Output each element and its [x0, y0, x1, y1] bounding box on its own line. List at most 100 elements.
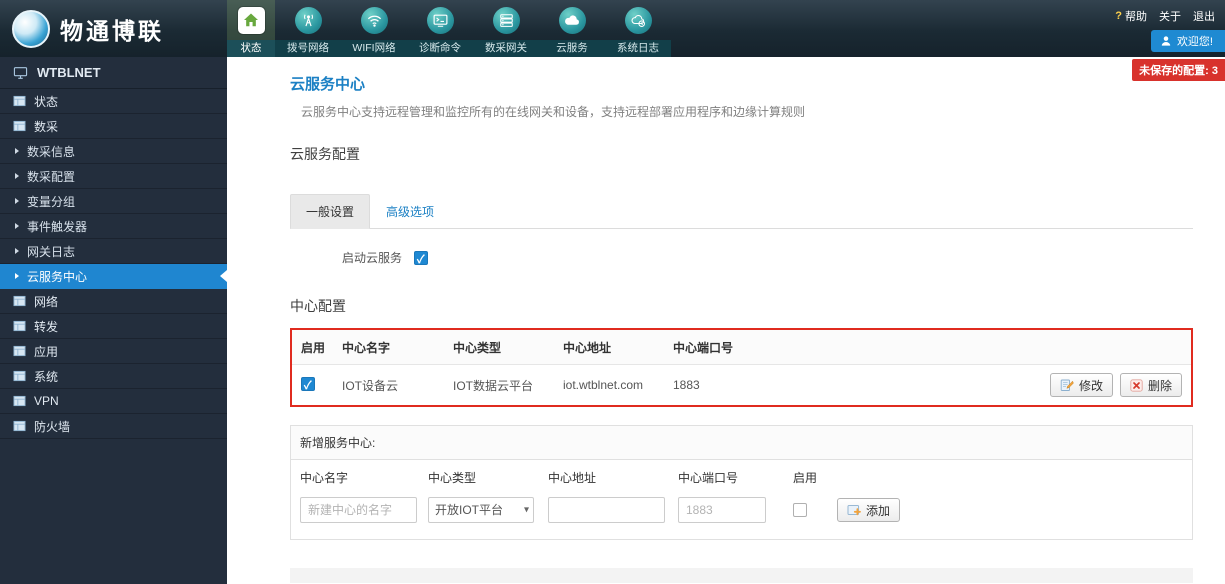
list-icon	[13, 320, 26, 332]
sidebar-item-gateway-log[interactable]: 网关日志	[0, 239, 227, 264]
center-config-heading: 中心配置	[290, 296, 1193, 316]
page-title: 云服务中心	[290, 73, 1193, 94]
sidebar-item-system[interactable]: 系统	[0, 364, 227, 389]
sidebar-item-label: 数采信息	[27, 143, 75, 160]
row-center-name: IOT设备云	[342, 377, 453, 394]
sidebar-item-variable-group[interactable]: 变量分组	[0, 189, 227, 214]
unsaved-config-badge[interactable]: 未保存的配置: 3	[1132, 59, 1225, 81]
sidebar-item-data-info[interactable]: 数采信息	[0, 139, 227, 164]
center-type-select-wrap: 开放IOT平台	[428, 497, 534, 523]
nav-label-wifi: WIFI网络	[341, 40, 407, 57]
add-center-form: 开放IOT平台 添加	[291, 491, 1192, 539]
sidebar-item-label: VPN	[34, 394, 59, 408]
row-center-port: 1883	[673, 378, 833, 392]
sidebar-item-vpn[interactable]: VPN	[0, 389, 227, 414]
add-center-section: 新增服务中心: 中心名字 中心类型 中心地址 中心端口号 启用 开放IOT平台	[290, 425, 1193, 540]
edit-button[interactable]: 修改	[1050, 373, 1113, 397]
center-port-input[interactable]	[678, 497, 766, 523]
enable-cloud-checkbox[interactable]	[414, 251, 428, 265]
table-row: IOT设备云 IOT数据云平台 iot.wtblnet.com 1883 修改	[292, 365, 1191, 405]
list-icon	[13, 120, 26, 132]
brand-area: 物通博联	[0, 0, 227, 57]
logo-icon	[12, 10, 50, 48]
delete-button[interactable]: 删除	[1120, 373, 1182, 397]
about-link[interactable]: 关于	[1159, 8, 1181, 24]
sidebar-item-forwarding[interactable]: 转发	[0, 314, 227, 339]
caret-icon	[15, 198, 19, 204]
center-config-table-highlighted: 启用 中心名字 中心类型 中心地址 中心端口号 IOT设备云 IOT数据云平台 …	[290, 328, 1193, 407]
nav-icon-wrap	[473, 0, 539, 40]
logout-link[interactable]: 退出	[1193, 8, 1215, 24]
nav-icon-wrap	[407, 0, 473, 40]
settings-tabs: 一般设置 高级选项	[290, 194, 1193, 229]
nav-label-gateway: 数采网关	[473, 40, 539, 57]
sidebar-item-label: 事件触发器	[27, 218, 87, 235]
monitor-icon	[13, 66, 28, 80]
header-links: ? 帮助 关于 退出	[1115, 8, 1215, 24]
add-col-header-type: 中心类型	[428, 469, 548, 486]
enable-cloud-row: 启动云服务	[342, 249, 1193, 266]
col-header-port: 中心端口号	[673, 339, 833, 356]
edit-icon	[1060, 378, 1074, 392]
main-content: 未保存的配置: 3 云服务中心 云服务中心支持远程管理和监控所有的在线网关和设备…	[227, 57, 1225, 584]
gateway-icon	[493, 7, 520, 34]
nav-item-gateway[interactable]: 数采网关	[473, 0, 539, 57]
sidebar-item-label: 网关日志	[27, 243, 75, 260]
list-icon	[13, 395, 26, 407]
center-name-input[interactable]	[300, 497, 417, 523]
sidebar-item-cloud-service-center[interactable]: 云服务中心	[0, 264, 227, 289]
delete-icon	[1130, 379, 1143, 392]
nav-icon-wrap	[605, 0, 671, 40]
col-header-enable: 启用	[292, 339, 342, 356]
sidebar-item-event-trigger[interactable]: 事件触发器	[0, 214, 227, 239]
row-enable-checkbox[interactable]	[301, 377, 315, 391]
add-center-header-row: 中心名字 中心类型 中心地址 中心端口号 启用	[291, 460, 1192, 491]
nav-item-status[interactable]: 状态	[227, 0, 275, 57]
caret-icon	[15, 223, 19, 229]
nav-item-wifi[interactable]: WIFI网络	[341, 0, 407, 57]
nav-item-cloud-service[interactable]: 云服务	[539, 0, 605, 57]
tab-general-settings[interactable]: 一般设置	[290, 194, 370, 229]
center-address-input[interactable]	[548, 497, 665, 523]
nav-icon-wrap	[341, 0, 407, 40]
sidebar-item-firewall[interactable]: 防火墙	[0, 414, 227, 439]
list-icon	[13, 95, 26, 107]
welcome-badge[interactable]: 欢迎您!	[1151, 30, 1225, 52]
help-icon: ?	[1115, 10, 1122, 22]
add-button-label: 添加	[866, 502, 890, 519]
sidebar-item-label: 转发	[34, 318, 58, 335]
add-button[interactable]: 添加	[837, 498, 900, 522]
add-col-header-enable: 启用	[793, 469, 1183, 486]
sidebar-item-application[interactable]: 应用	[0, 339, 227, 364]
caret-icon	[15, 173, 19, 179]
device-name: WTBLNET	[0, 57, 227, 89]
help-link[interactable]: ? 帮助	[1115, 8, 1147, 24]
device-name-label: WTBLNET	[37, 65, 101, 80]
sidebar-item-status[interactable]: 状态	[0, 89, 227, 114]
nav-item-system-log[interactable]: 系统日志	[605, 0, 671, 57]
nav-icon-wrap	[227, 0, 275, 40]
user-icon	[1160, 35, 1172, 47]
tab-advanced-options[interactable]: 高级选项	[370, 194, 450, 229]
sidebar-item-data-config[interactable]: 数采配置	[0, 164, 227, 189]
cloud-config-heading: 云服务配置	[290, 144, 1193, 164]
wifi-icon	[361, 7, 388, 34]
add-enable-checkbox[interactable]	[793, 503, 807, 517]
delete-button-label: 删除	[1148, 377, 1172, 394]
top-header: 物通博联 状态 拨号网络	[0, 0, 1225, 57]
center-type-select[interactable]: 开放IOT平台	[428, 497, 534, 523]
header-right: ? 帮助 关于 退出 欢迎您!	[1115, 0, 1225, 57]
col-header-address: 中心地址	[563, 339, 673, 356]
nav-icon-wrap	[275, 0, 341, 40]
sidebar-item-label: 状态	[34, 93, 58, 110]
cloud-icon	[559, 7, 586, 34]
sidebar-item-network[interactable]: 网络	[0, 289, 227, 314]
row-actions: 修改 删除	[1050, 373, 1191, 397]
add-col-header-port: 中心端口号	[678, 469, 793, 486]
home-icon	[238, 7, 265, 34]
nav-item-dial-network[interactable]: 拨号网络	[275, 0, 341, 57]
sidebar-item-label: 网络	[34, 293, 58, 310]
sidebar-item-data-acquisition[interactable]: 数采	[0, 114, 227, 139]
nav-item-diagnostic[interactable]: 诊断命令	[407, 0, 473, 57]
list-icon	[13, 370, 26, 382]
